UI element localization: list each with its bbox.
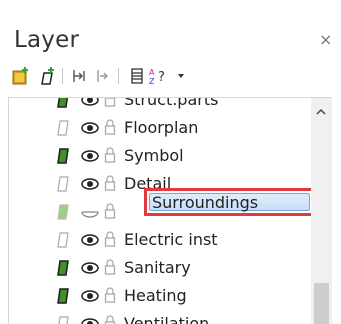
eye-icon[interactable]: [81, 234, 99, 246]
sort-az-help-icon[interactable]: A Z ?: [148, 65, 170, 87]
layer-list: Struct.parts Floorplan Symbol Detail Sur…: [8, 97, 332, 324]
layer-indicator-icon[interactable]: [57, 97, 69, 108]
panel-title: Layer: [14, 27, 80, 53]
layer-row[interactable]: Floorplan: [9, 115, 309, 143]
svg-text:A: A: [149, 68, 155, 77]
vertical-scrollbar[interactable]: [311, 98, 332, 324]
layer-indicator-icon[interactable]: [57, 288, 69, 304]
toolbar: A Z ?: [10, 65, 330, 89]
lock-icon[interactable]: [104, 203, 116, 219]
eye-icon[interactable]: [81, 262, 99, 274]
layer-row[interactable]: Electric inst: [9, 227, 309, 255]
lock-icon[interactable]: [104, 97, 116, 107]
layer-indicator-icon[interactable]: [57, 204, 69, 220]
layer-row[interactable]: Sanitary: [9, 255, 309, 283]
eye-icon[interactable]: [81, 97, 99, 106]
lock-icon[interactable]: [104, 231, 116, 247]
layer-name: Sanitary: [124, 258, 191, 277]
selection-highlight: Surroundings: [144, 188, 315, 216]
eye-icon[interactable]: [81, 290, 99, 302]
scrollbar-thumb[interactable]: [314, 283, 329, 324]
layer-indicator-icon[interactable]: [57, 176, 69, 192]
svg-text:Z: Z: [149, 77, 155, 86]
indent-icon[interactable]: [68, 65, 90, 87]
layer-name: Electric inst: [124, 230, 218, 249]
lock-icon[interactable]: [104, 287, 116, 303]
layer-indicator-icon[interactable]: [57, 232, 69, 248]
layer-name: Heating: [124, 286, 187, 305]
eye-icon[interactable]: [81, 178, 99, 190]
eye-icon[interactable]: [81, 122, 99, 134]
new-folder-icon[interactable]: [10, 65, 32, 87]
lock-icon[interactable]: [104, 175, 116, 191]
layer-row[interactable]: Struct.parts: [9, 97, 309, 115]
layer-name[interactable]: Surroundings: [152, 193, 258, 213]
scroll-up-icon[interactable]: [316, 106, 326, 119]
layer-indicator-icon[interactable]: [57, 148, 69, 164]
eye-icon[interactable]: [81, 318, 99, 324]
layer-name: Symbol: [124, 146, 184, 165]
layer-name: Floorplan: [124, 118, 199, 137]
eye-hidden-icon[interactable]: [81, 206, 99, 218]
layer-row[interactable]: Symbol: [9, 143, 309, 171]
layer-row[interactable]: Ventilation: [9, 311, 309, 324]
layer-indicator-icon[interactable]: [57, 260, 69, 276]
close-icon[interactable]: ×: [319, 30, 332, 49]
layer-name: Struct.parts: [124, 97, 219, 109]
dropdown-arrow-icon[interactable]: [170, 65, 192, 87]
outdent-icon[interactable]: [92, 65, 114, 87]
layer-indicator-icon[interactable]: [57, 120, 69, 136]
lock-icon[interactable]: [104, 119, 116, 135]
stack-icon[interactable]: [126, 65, 148, 87]
svg-text:?: ?: [158, 70, 165, 85]
lock-icon[interactable]: [104, 259, 116, 275]
lock-icon[interactable]: [104, 147, 116, 163]
eye-icon[interactable]: [81, 150, 99, 162]
new-layer-icon[interactable]: [36, 65, 58, 87]
layer-row[interactable]: Heating: [9, 283, 309, 311]
